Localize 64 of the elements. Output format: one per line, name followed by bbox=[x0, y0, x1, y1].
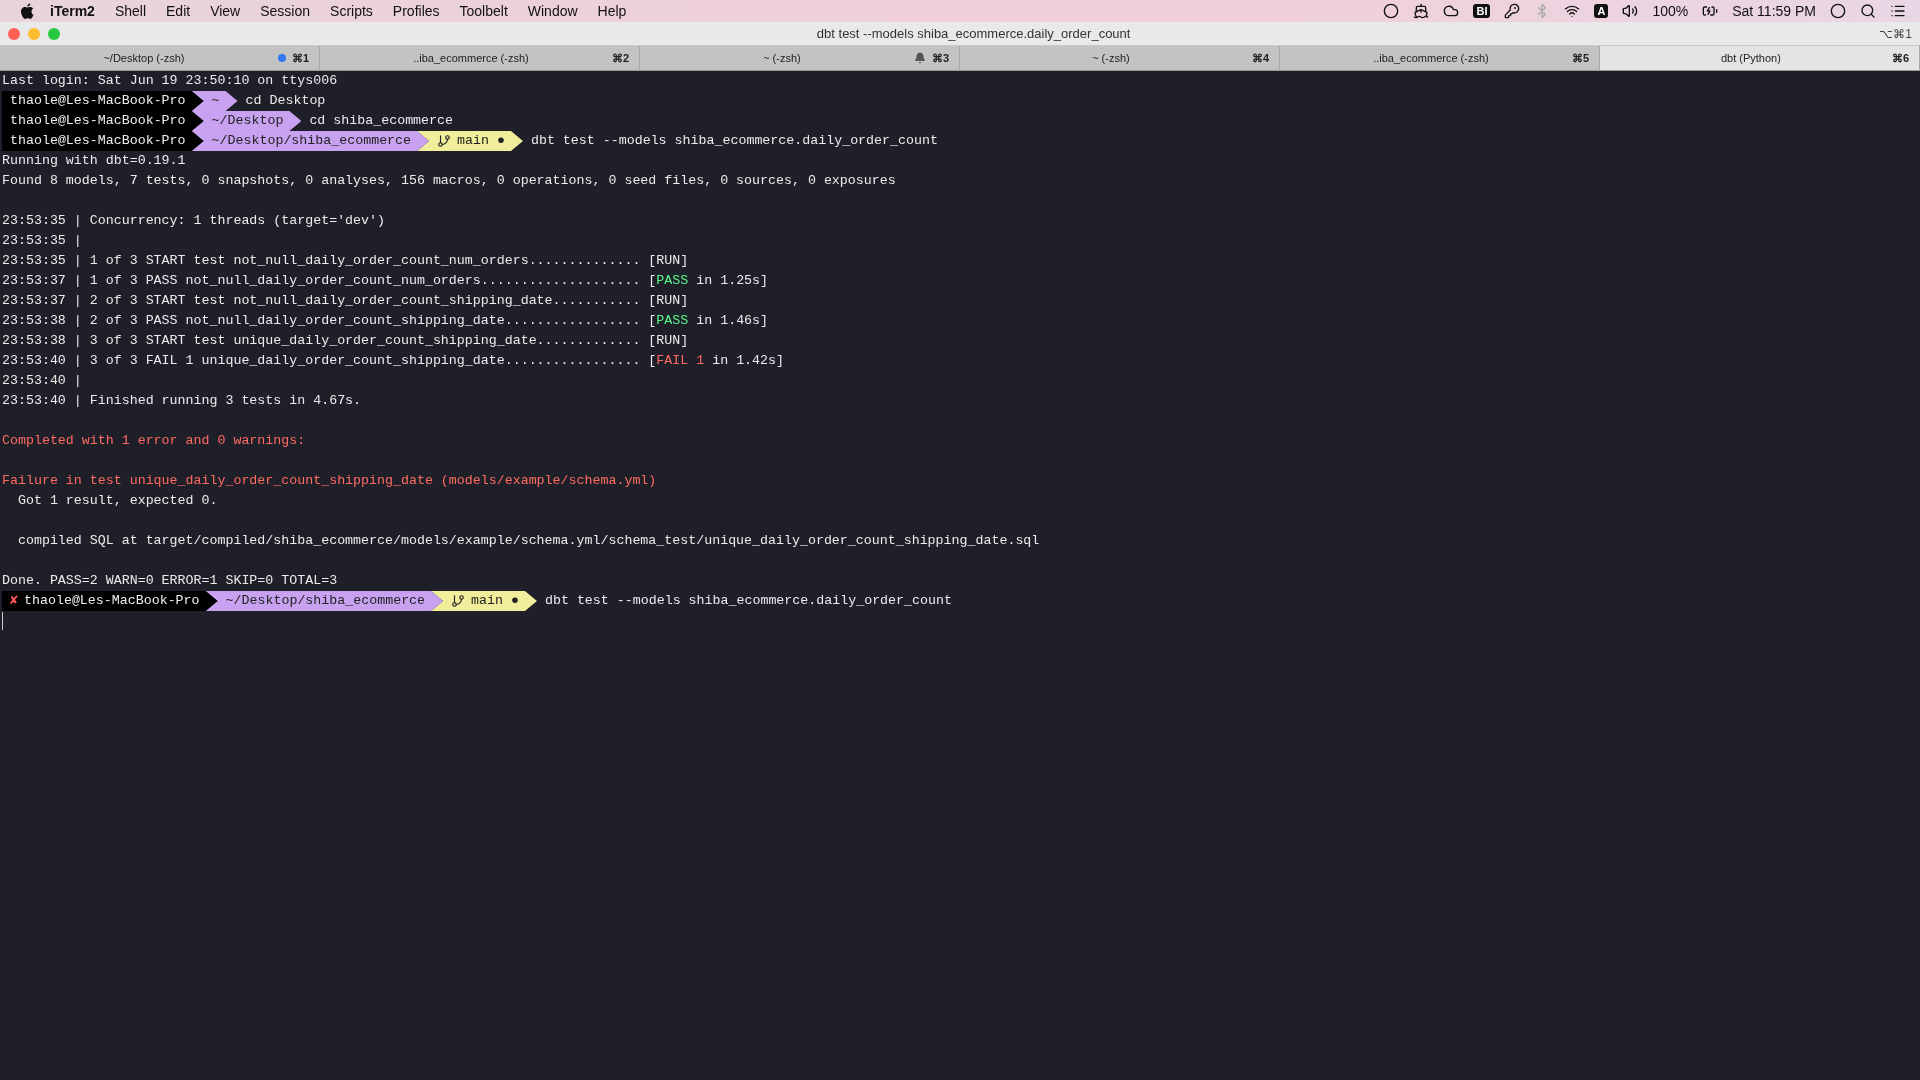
output-text: Failure in test unique_daily_order_count_shipping_date (models/example/schema.yml) bbox=[2, 472, 657, 490]
output-text: 23:53:35 | 1 of 3 START test not_null_daily_order_count_num_orders.............. [RUN] bbox=[2, 252, 689, 270]
wifi-icon[interactable] bbox=[1564, 3, 1581, 19]
prompt-user: thaole@Les-MacBook-Pro bbox=[2, 131, 204, 151]
menu-item[interactable]: Shell bbox=[104, 3, 156, 19]
prompt-path: ~/Desktop/shiba_ecommerce bbox=[205, 591, 444, 611]
text-cursor bbox=[2, 612, 3, 630]
output-text: PASS bbox=[656, 272, 689, 290]
output-text: 23:53:35 | Concurrency: 1 threads (target='dev') bbox=[2, 212, 385, 230]
apple-icon[interactable] bbox=[20, 3, 34, 19]
menu-item[interactable]: Scripts bbox=[320, 3, 383, 19]
output-text: FAIL 1 bbox=[656, 352, 705, 370]
output-text: Done. PASS=2 WARN=0 ERROR=1 SKIP=0 TOTAL=3 bbox=[2, 572, 338, 590]
status-text[interactable]: Sat 11:59 PM bbox=[1732, 3, 1816, 19]
status-text[interactable]: 100% bbox=[1652, 3, 1689, 19]
output-text: Got 1 result, expected 0. bbox=[16, 492, 218, 510]
output-text: in 1.25s] bbox=[695, 272, 769, 290]
menu-item[interactable]: Session bbox=[250, 3, 321, 19]
menu-item[interactable]: Help bbox=[587, 3, 637, 19]
output-text: compiled SQL at target/compiled/shiba_ecommerce/models/example/schema.yml/schema_test/unique_daily_order_count_shipping_date.sql bbox=[16, 532, 1040, 550]
output-text: 23:53:35 | bbox=[2, 232, 82, 250]
prompt-path: ~/Desktop/shiba_ecommerce bbox=[191, 131, 430, 151]
output-text: 23:53:40 | Finished running 3 tests in 4.67s. bbox=[2, 392, 362, 410]
output-text: in 1.46s] bbox=[695, 312, 769, 330]
battery-icon[interactable] bbox=[1702, 3, 1719, 19]
branch-icon bbox=[451, 594, 466, 608]
command-text: dbt test --models shiba_ecommerce.daily_order_count bbox=[544, 592, 952, 610]
status-badge[interactable]: A bbox=[1594, 4, 1609, 18]
output-text: Found 8 models, 7 tests, 0 snapshots, 0 analyses, 156 macros, 0 operations, 0 seed files, 0 sources, 0 exposures bbox=[2, 172, 896, 190]
menu-item[interactable]: Edit bbox=[156, 3, 201, 19]
activity-dot-icon bbox=[277, 54, 286, 62]
output-text: PASS bbox=[656, 312, 689, 330]
branch-icon bbox=[437, 134, 452, 148]
menu-item[interactable]: View bbox=[200, 3, 251, 19]
prompt-user: thaole@Les-MacBook-Pro bbox=[2, 91, 204, 111]
tab[interactable]: dbt (Python) ⌘6 bbox=[1600, 46, 1920, 70]
window-title: dbt test --models shiba_ecommerce.daily_order_count bbox=[815, 26, 1132, 41]
record-icon[interactable] bbox=[1383, 3, 1400, 19]
command-text: cd shiba_ecommerce bbox=[309, 112, 454, 130]
list-icon[interactable] bbox=[1890, 3, 1906, 19]
output-text: 23:53:40 | 3 of 3 FAIL 1 unique_daily_order_count_shipping_date................. [ bbox=[2, 352, 657, 370]
output-text: in 1.42s] bbox=[711, 352, 784, 370]
search-icon[interactable] bbox=[1860, 3, 1876, 19]
window-shortcut: ⌥⌘1 bbox=[1879, 26, 1912, 41]
output-text: 23:53:38 | 2 of 3 PASS not_null_daily_order_count_shipping_date................. [ bbox=[2, 312, 657, 330]
prompt-user: ✘ thaole@Les-MacBook-Pro bbox=[2, 591, 218, 611]
status-badge[interactable]: BI bbox=[1473, 4, 1491, 18]
output-text: 23:53:37 | 1 of 3 PASS not_null_daily_order_count_num_orders.................... [ bbox=[2, 272, 657, 290]
cloud-icon[interactable] bbox=[1443, 3, 1460, 19]
command-text: dbt test --models shiba_ecommerce.daily_order_count bbox=[530, 132, 938, 150]
output-text: 23:53:40 | bbox=[2, 372, 82, 390]
output-text: Last login: Sat Jun 19 23:50:10 on ttys006 bbox=[2, 72, 338, 90]
volume-icon[interactable] bbox=[1622, 3, 1639, 19]
bell-icon bbox=[913, 52, 926, 64]
command-text: cd Desktop bbox=[245, 92, 326, 110]
menu-item[interactable]: Profiles bbox=[382, 3, 450, 19]
app-menu[interactable]: iTerm2 bbox=[40, 3, 105, 19]
output-text: 23:53:38 | 3 of 3 START test unique_daily_order_count_shipping_date............. [RUN] bbox=[2, 332, 689, 350]
output-text: Completed with 1 error and 0 warnings: bbox=[2, 432, 306, 450]
output-text: Running with dbt=0.19.1 bbox=[2, 152, 186, 170]
output-text: 23:53:37 | 2 of 3 START test not_null_daily_order_count_shipping_date........... [RUN] bbox=[2, 292, 689, 310]
prompt-user: thaole@Les-MacBook-Pro bbox=[2, 111, 204, 131]
menu-item[interactable]: Toolbelt bbox=[449, 3, 518, 19]
menu-item[interactable]: Window bbox=[517, 3, 588, 19]
